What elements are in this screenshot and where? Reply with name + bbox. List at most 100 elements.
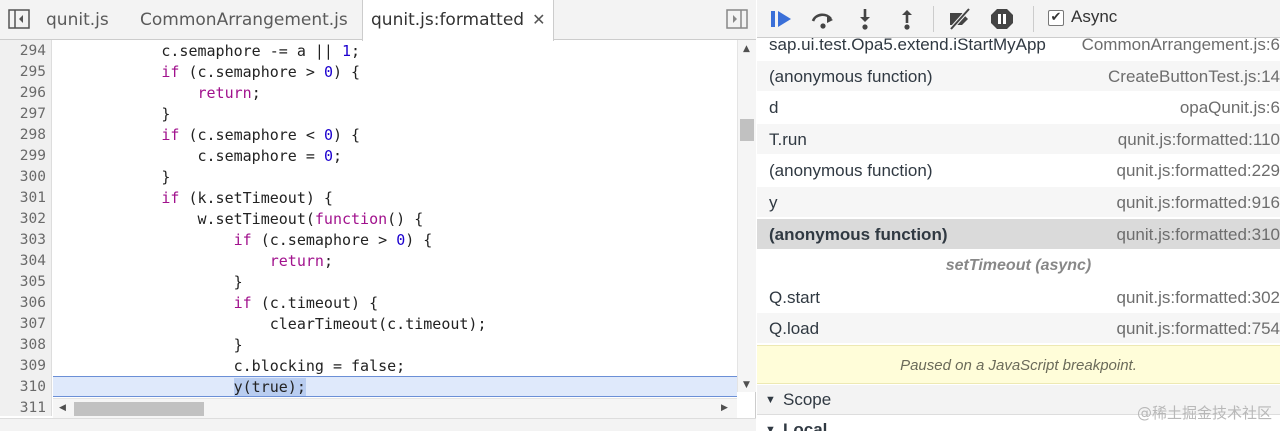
frame-location: opaQunit.js:6	[1179, 98, 1280, 117]
current-execution-line[interactable]: y(true);	[53, 376, 737, 397]
line-number[interactable]: 306	[0, 293, 46, 314]
toggle-navigator-icon[interactable]	[8, 9, 30, 29]
frame-location: CreateButtonTest.js:14	[1108, 67, 1280, 86]
code-token: (c.semaphore >	[251, 231, 397, 249]
code-token: }	[53, 336, 243, 354]
code-line[interactable]: c.blocking = false;	[53, 356, 737, 377]
code-token: (c.semaphore <	[179, 126, 324, 144]
code-line[interactable]: c.semaphore = 0;	[53, 146, 737, 167]
async-checkbox[interactable]: ✔	[1048, 10, 1064, 26]
line-number[interactable]: 296	[0, 83, 46, 104]
line-number[interactable]: 310	[0, 377, 46, 398]
resume-icon[interactable]	[769, 7, 795, 31]
line-number[interactable]: 308	[0, 335, 46, 356]
code-number: 0	[323, 147, 333, 165]
scroll-left-arrow-icon[interactable]: ◀	[59, 403, 66, 413]
step-into-icon[interactable]	[852, 7, 878, 31]
frame-location: qunit.js:formatted:229	[1116, 161, 1280, 180]
deactivate-breakpoints-icon[interactable]	[947, 7, 973, 31]
call-frame[interactable]: Q.start qunit.js:formatted:302	[757, 282, 1280, 313]
code-line[interactable]: clearTimeout(c.timeout);	[53, 314, 737, 335]
code-number: 0	[323, 126, 333, 144]
line-number[interactable]: 300	[0, 167, 46, 188]
toggle-debugger-sidebar-icon[interactable]	[726, 9, 748, 29]
call-frame-selected[interactable]: (anonymous function) qunit.js:formatted:3…	[757, 219, 1280, 250]
code-token: ) {	[332, 63, 361, 81]
code-keyword: return	[197, 84, 252, 102]
call-frame[interactable]: (anonymous function) CreateButtonTest.js:…	[757, 61, 1280, 92]
frame-location: CommonArrangement.js:6	[1081, 35, 1280, 54]
line-number[interactable]: 304	[0, 251, 46, 272]
scroll-down-arrow-icon[interactable]: ▼	[743, 380, 750, 390]
line-number[interactable]: 302	[0, 209, 46, 230]
scroll-right-arrow-icon[interactable]: ▶	[721, 403, 728, 413]
frame-function-name: sap.ui.test.Opa5.extend.iStartMyApp	[769, 35, 1046, 54]
code-line[interactable]: }	[53, 272, 737, 293]
code-number: 0	[396, 231, 406, 249]
line-number-gutter[interactable]: 294 295 296 297 298 299 300 301 302 303 304 305 306 3…	[0, 40, 52, 416]
call-frame[interactable]: sap.ui.test.Opa5.extend.iStartMyApp Commo…	[757, 29, 1280, 60]
code-line[interactable]: }	[53, 335, 737, 356]
expand-triangle-icon: ▼	[765, 394, 776, 406]
step-out-icon[interactable]	[894, 7, 920, 31]
line-number[interactable]: 311	[0, 398, 46, 419]
tab-commonarrangement-js[interactable]: CommonArrangement.js	[132, 0, 356, 40]
line-number[interactable]: 297	[0, 104, 46, 125]
code-token: ;	[332, 147, 342, 165]
line-number[interactable]: 298	[0, 125, 46, 146]
code-line[interactable]: return;	[53, 251, 737, 272]
frame-function-name: (anonymous function)	[769, 225, 948, 244]
line-number[interactable]: 295	[0, 62, 46, 83]
call-frame[interactable]: y qunit.js:formatted:916	[757, 187, 1280, 218]
code-line[interactable]: return;	[53, 83, 737, 104]
close-tab-icon[interactable]: ✕	[532, 0, 545, 40]
code-line[interactable]: w.setTimeout(function() {	[53, 209, 737, 230]
frame-location: qunit.js:formatted:310	[1116, 225, 1280, 244]
async-boundary-label: setTimeout (async)	[945, 257, 1092, 274]
line-number[interactable]: 309	[0, 356, 46, 377]
code-line[interactable]: if (k.setTimeout) {	[53, 188, 737, 209]
vertical-scroll-thumb[interactable]	[740, 119, 754, 141]
code-token: }	[53, 105, 171, 123]
vertical-scrollbar[interactable]: ▲ ▼	[737, 40, 756, 392]
code-token: ) {	[405, 231, 433, 249]
code-line[interactable]: if (c.semaphore > 0) {	[53, 230, 737, 251]
code-line[interactable]: }	[53, 104, 737, 125]
horizontal-scroll-thumb[interactable]	[74, 402, 204, 416]
line-number[interactable]: 305	[0, 272, 46, 293]
code-token: ;	[351, 42, 361, 60]
line-number[interactable]: 299	[0, 146, 46, 167]
call-frame[interactable]: (anonymous function) qunit.js:formatted:2…	[757, 155, 1280, 186]
line-number[interactable]: 301	[0, 188, 46, 209]
code-token: ) {	[332, 126, 361, 144]
scroll-up-arrow-icon[interactable]: ▲	[743, 44, 750, 54]
code-line[interactable]: }	[53, 167, 737, 188]
horizontal-scrollbar[interactable]: ◀ ▶	[53, 398, 737, 418]
code-line[interactable]: if (c.timeout) {	[53, 293, 737, 314]
tab-qunit-js-formatted[interactable]: qunit.js:formatted ✕	[362, 0, 555, 41]
call-frame[interactable]: Q.load qunit.js:formatted:754	[757, 313, 1280, 344]
code-token: w.setTimeout(	[53, 210, 315, 228]
debugger-sidebar: ✔ Async sap.ui.test.Opa5.extend.iStartMy…	[757, 0, 1280, 431]
code-line[interactable]: if (c.semaphore < 0) {	[53, 125, 737, 146]
call-frame[interactable]: d opaQunit.js:6	[757, 92, 1280, 123]
line-number[interactable]: 307	[0, 314, 46, 335]
tab-label: qunit.js	[46, 10, 109, 30]
line-number[interactable]: 294	[0, 41, 46, 62]
code-line[interactable]: if (c.semaphore > 0) {	[53, 62, 737, 83]
call-frame[interactable]: T.run qunit.js:formatted:110	[757, 124, 1280, 155]
editor-tab-bar: qunit.js CommonArrangement.js qunit.js:f…	[0, 0, 756, 41]
step-over-icon[interactable]	[810, 7, 836, 31]
line-number[interactable]: 303	[0, 230, 46, 251]
code-token: (k.setTimeout) {	[179, 189, 333, 207]
pause-on-exceptions-icon[interactable]	[989, 7, 1015, 31]
code-keyword: if	[161, 126, 180, 144]
code-area[interactable]: c.semaphore -= a || 1; if (c.semaphore >…	[53, 40, 737, 402]
tab-qunit-js[interactable]: qunit.js	[38, 0, 117, 40]
code-line[interactable]: c.semaphore -= a || 1;	[53, 41, 737, 62]
